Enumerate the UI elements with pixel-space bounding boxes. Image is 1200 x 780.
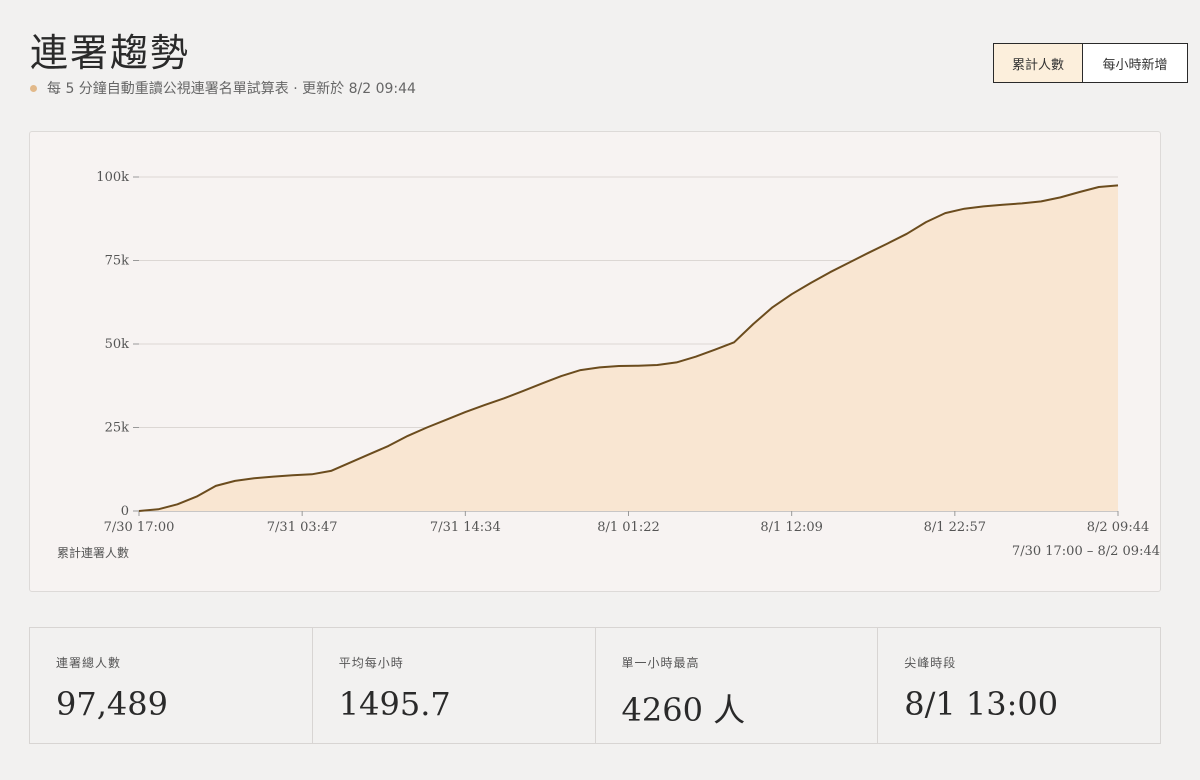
stat-value: 97,489 bbox=[56, 685, 168, 723]
stat-label: 尖峰時段 bbox=[904, 656, 957, 670]
y-tick-label: 0 bbox=[121, 504, 129, 519]
cumulative-toggle-button[interactable]: 累計人數 bbox=[993, 43, 1083, 83]
series-area bbox=[139, 185, 1118, 511]
stats-row: 連署總人數 97,489 平均每小時 1495.7 單一小時最高 4260 人 … bbox=[29, 627, 1161, 744]
stat-card-peak-period: 尖峰時段 8/1 13:00 bbox=[878, 628, 1161, 743]
stat-value: 1495.7 bbox=[338, 685, 451, 723]
x-tick-label: 7/31 14:34 bbox=[430, 520, 501, 535]
y-tick-label: 75k bbox=[105, 254, 130, 269]
x-tick-label: 8/2 09:44 bbox=[1087, 520, 1150, 535]
stat-label: 單一小時最高 bbox=[621, 656, 700, 670]
status-dot-icon bbox=[30, 84, 37, 92]
y-tick-label: 50k bbox=[105, 337, 130, 352]
hourly-toggle-button[interactable]: 每小時新增 bbox=[1083, 43, 1188, 83]
x-tick-label: 8/1 22:57 bbox=[924, 520, 987, 535]
stat-label: 平均每小時 bbox=[338, 656, 404, 670]
x-tick-label: 8/1 12:09 bbox=[760, 520, 823, 535]
stat-card-hourly-max: 單一小時最高 4260 人 bbox=[595, 628, 879, 743]
chart-card: 0 25k 50k 75k 100k 7/30 17:00 7/31 03:47 7/31 1… bbox=[29, 131, 1161, 592]
stat-card-hourly-average: 平均每小時 1495.7 bbox=[312, 628, 596, 743]
chart-range-label: 7/30 17:00 – 8/2 09:44 bbox=[1011, 544, 1160, 559]
stat-value: 8/1 13:00 bbox=[904, 685, 1059, 723]
stat-card-total: 連署總人數 97,489 bbox=[29, 628, 313, 743]
x-tick-label: 8/1 01:22 bbox=[597, 520, 660, 535]
stat-value: 4260 人 bbox=[621, 691, 746, 729]
x-tick-label: 7/30 17:00 bbox=[104, 520, 175, 535]
stat-label: 連署總人數 bbox=[56, 656, 122, 670]
page-title: 連署趨勢 bbox=[30, 31, 191, 75]
update-status-text: 每 5 分鐘自動重讀公視連署名單試算表 · 更新於 8/2 09:44 bbox=[47, 81, 416, 97]
trend-chart: 0 25k 50k 75k 100k 7/30 17:00 7/31 03:47 7/31 1… bbox=[96, 170, 1150, 535]
y-tick-label: 100k bbox=[96, 170, 129, 185]
y-tick-label: 25k bbox=[105, 421, 130, 436]
update-status: 每 5 分鐘自動重讀公視連署名單試算表 · 更新於 8/2 09:44 bbox=[30, 78, 416, 98]
view-toggle: 累計人數 每小時新增 bbox=[993, 43, 1188, 83]
x-tick-label: 7/31 03:47 bbox=[267, 520, 338, 535]
